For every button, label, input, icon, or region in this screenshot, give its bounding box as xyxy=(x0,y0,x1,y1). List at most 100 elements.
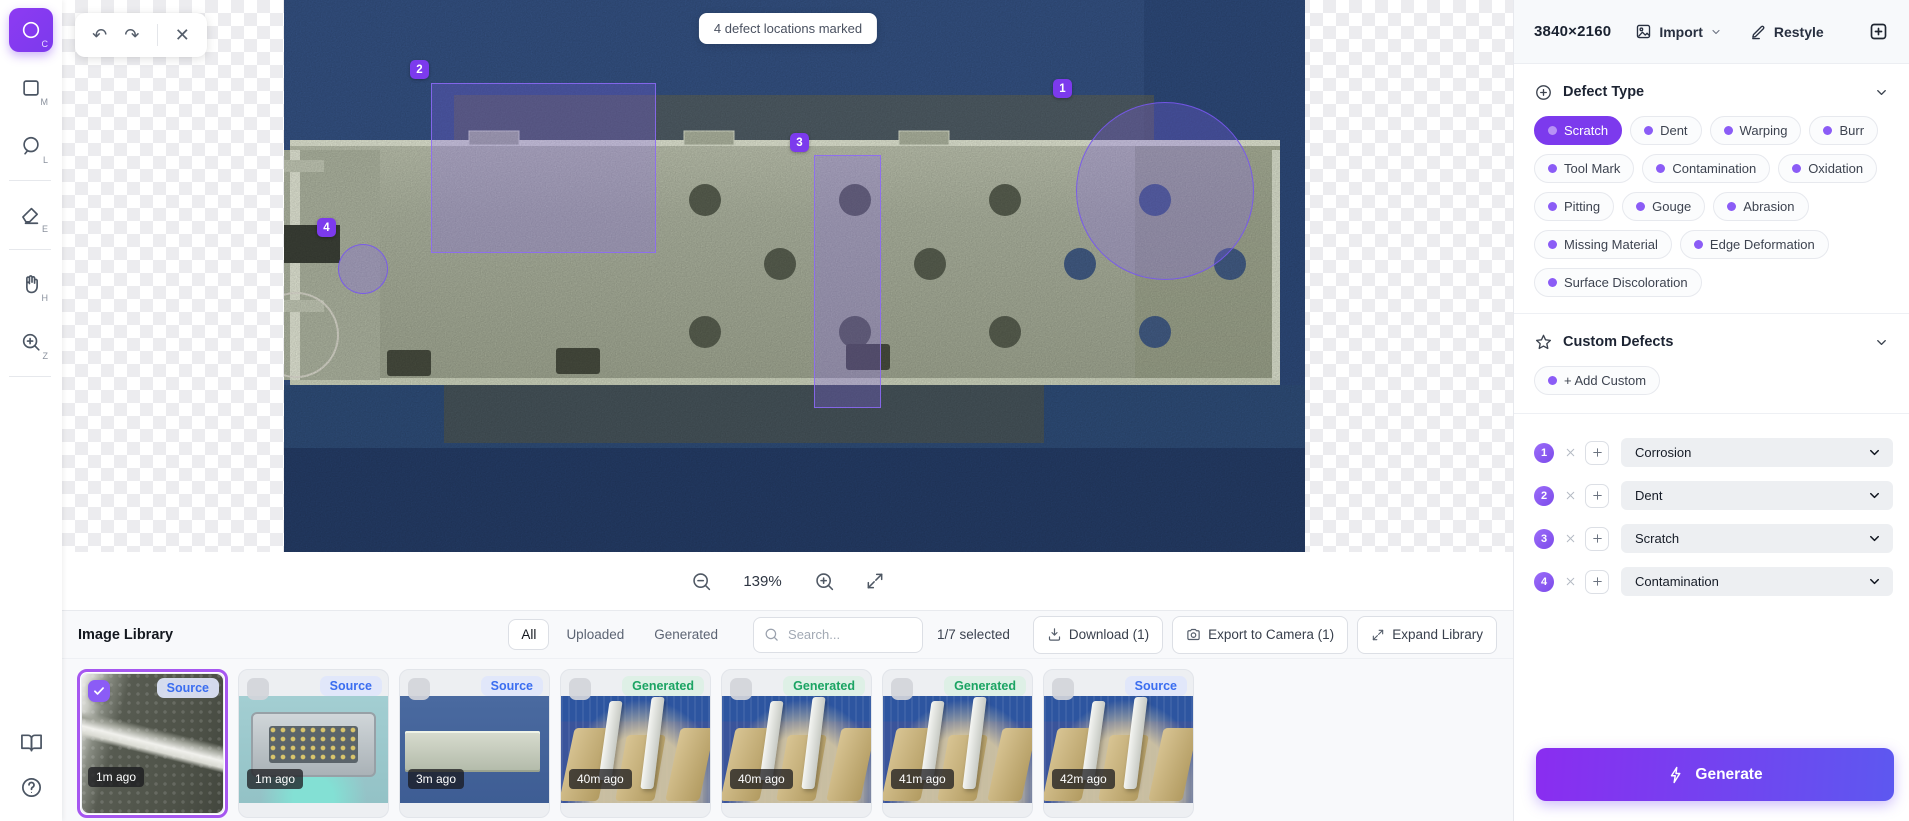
defect-type-pill[interactable]: Edge Deformation xyxy=(1680,230,1829,259)
import-button[interactable]: Import xyxy=(1635,23,1722,40)
add-region-button[interactable] xyxy=(1585,484,1609,508)
defect-marker-3[interactable]: 3 xyxy=(790,133,809,152)
tool-hand-tool[interactable]: H xyxy=(9,262,53,306)
thumbnail-timestamp: 40m ago xyxy=(569,769,632,789)
zoom-in-icon[interactable] xyxy=(814,571,835,592)
defect-type-pill[interactable]: Warping xyxy=(1710,116,1802,145)
defect-marker-2[interactable]: 2 xyxy=(410,60,429,79)
tool-ellipse-tool[interactable]: C xyxy=(9,8,53,52)
generate-label: Generate xyxy=(1695,766,1762,784)
defect-region-3[interactable] xyxy=(814,155,881,408)
export-to-camera-button[interactable]: Export to Camera (1) xyxy=(1172,616,1348,654)
thumbnail-checkbox[interactable] xyxy=(569,678,591,700)
defect-type-select[interactable]: Dent xyxy=(1621,481,1893,510)
defect-type-pill[interactable]: Tool Mark xyxy=(1534,154,1634,183)
plate-shape xyxy=(405,731,540,772)
tab-generated[interactable]: Generated xyxy=(641,619,731,650)
generate-button[interactable]: Generate xyxy=(1536,748,1894,801)
library-thumbnail[interactable]: Source42m ago xyxy=(1043,669,1194,818)
add-region-button[interactable] xyxy=(1585,570,1609,594)
defect-type-pill[interactable]: Oxidation xyxy=(1778,154,1877,183)
sidebar-divider xyxy=(9,249,51,250)
book-icon[interactable] xyxy=(20,731,43,754)
close-icon[interactable]: ✕ xyxy=(175,26,190,44)
fit-screen-icon[interactable] xyxy=(865,571,885,591)
remove-defect-button[interactable] xyxy=(1564,532,1577,545)
pencil-icon xyxy=(1750,23,1767,40)
tool-shortcut-key: M xyxy=(41,97,49,107)
restyle-button[interactable]: Restyle xyxy=(1750,23,1824,40)
library-thumbnail[interactable]: Source3m ago xyxy=(399,669,550,818)
chevron-down-icon[interactable] xyxy=(1874,335,1889,350)
canvas-area[interactable]: 1234 4 defect locations marked xyxy=(62,0,1513,552)
defect-type-select[interactable]: Scratch xyxy=(1621,524,1893,553)
pill-dot xyxy=(1644,126,1653,135)
defect-type-pill[interactable]: Pitting xyxy=(1534,192,1614,221)
library-thumbnail[interactable]: Generated40m ago xyxy=(721,669,872,818)
tab-uploaded[interactable]: Uploaded xyxy=(553,619,637,650)
thumbnail-badge: Generated xyxy=(622,676,704,696)
defect-number-badge: 3 xyxy=(1534,529,1554,549)
zoom-level: 139% xyxy=(742,573,784,590)
tool-lasso-tool[interactable]: L xyxy=(9,124,53,168)
download-button[interactable]: Download (1) xyxy=(1033,616,1163,654)
defect-row: 3 Scratch xyxy=(1530,524,1893,553)
thumbnail-checkbox[interactable] xyxy=(1052,678,1074,700)
search-box[interactable] xyxy=(753,617,923,653)
defect-type-pill[interactable]: Missing Material xyxy=(1534,230,1672,259)
defect-marker-4[interactable]: 4 xyxy=(317,218,336,237)
thumbnail-checkbox[interactable] xyxy=(730,678,752,700)
undo-icon[interactable]: ↶ xyxy=(92,26,107,44)
defect-type-pill[interactable]: Scratch xyxy=(1534,116,1622,145)
library-thumbnail[interactable]: Generated41m ago xyxy=(882,669,1033,818)
tool-eraser-tool[interactable]: E xyxy=(9,193,53,237)
defect-type-pill[interactable]: Surface Discoloration xyxy=(1534,268,1702,297)
library-thumbnail[interactable]: Generated 40m ago xyxy=(560,669,711,818)
remove-defect-button[interactable] xyxy=(1564,575,1577,588)
remove-defect-button[interactable] xyxy=(1564,489,1577,502)
remove-defect-button[interactable] xyxy=(1564,446,1577,459)
circle-plus-icon xyxy=(1534,83,1553,102)
thumbnail-checkbox[interactable] xyxy=(247,678,269,700)
defect-type-pill[interactable]: Burr xyxy=(1809,116,1878,145)
thumbnail-checkbox[interactable] xyxy=(88,680,110,702)
defect-type-pill[interactable]: Abrasion xyxy=(1713,192,1808,221)
tool-marquee-tool[interactable]: M xyxy=(9,66,53,110)
thumbnail-checkbox[interactable] xyxy=(891,678,913,700)
defect-region-2[interactable] xyxy=(431,83,656,253)
defect-region-1[interactable] xyxy=(1076,102,1254,280)
defect-type-title: Defect Type xyxy=(1563,84,1644,100)
add-region-button[interactable] xyxy=(1585,527,1609,551)
expand-library-button[interactable]: Expand Library xyxy=(1357,616,1497,654)
thumbnail-badge: Source xyxy=(481,676,543,696)
defect-region-4[interactable] xyxy=(338,244,388,294)
tool-sidebar: C M LEHZ xyxy=(0,0,62,821)
search-input[interactable] xyxy=(786,626,912,643)
defect-number-badge: 4 xyxy=(1534,572,1554,592)
defect-type-select[interactable]: Corrosion xyxy=(1621,438,1893,467)
library-thumbnail[interactable]: Source1m ago xyxy=(77,669,228,818)
defect-type-pill[interactable]: Contamination xyxy=(1642,154,1770,183)
defect-type-select[interactable]: Contamination xyxy=(1621,567,1893,596)
add-region-button[interactable] xyxy=(1585,441,1609,465)
thumbnail-checkbox[interactable] xyxy=(408,678,430,700)
toolbar-divider xyxy=(157,24,158,46)
selected-defect-type: Contamination xyxy=(1635,574,1719,589)
source-photo[interactable]: 1 2 3 4 xyxy=(284,0,1305,552)
defect-type-pill[interactable]: Dent xyxy=(1630,116,1701,145)
tool-zoom-tool[interactable]: Z xyxy=(9,320,53,364)
expand-icon xyxy=(1371,628,1385,642)
thumbnail-badge: Source xyxy=(320,676,382,696)
help-icon[interactable] xyxy=(20,776,43,799)
chevron-down-icon[interactable] xyxy=(1874,85,1889,100)
new-canvas-icon[interactable] xyxy=(1868,21,1889,42)
library-thumbnail[interactable]: Source1m ago xyxy=(238,669,389,818)
thumbnail-timestamp: 1m ago xyxy=(88,767,144,787)
pill-label: Dent xyxy=(1660,123,1687,138)
defect-type-pill[interactable]: Gouge xyxy=(1622,192,1705,221)
defect-marker-1[interactable]: 1 xyxy=(1053,79,1072,98)
redo-icon[interactable]: ↷ xyxy=(124,26,139,44)
tab-all[interactable]: All xyxy=(508,619,549,650)
add-custom-button[interactable]: + Add Custom xyxy=(1534,366,1660,395)
zoom-out-icon[interactable] xyxy=(691,571,712,592)
